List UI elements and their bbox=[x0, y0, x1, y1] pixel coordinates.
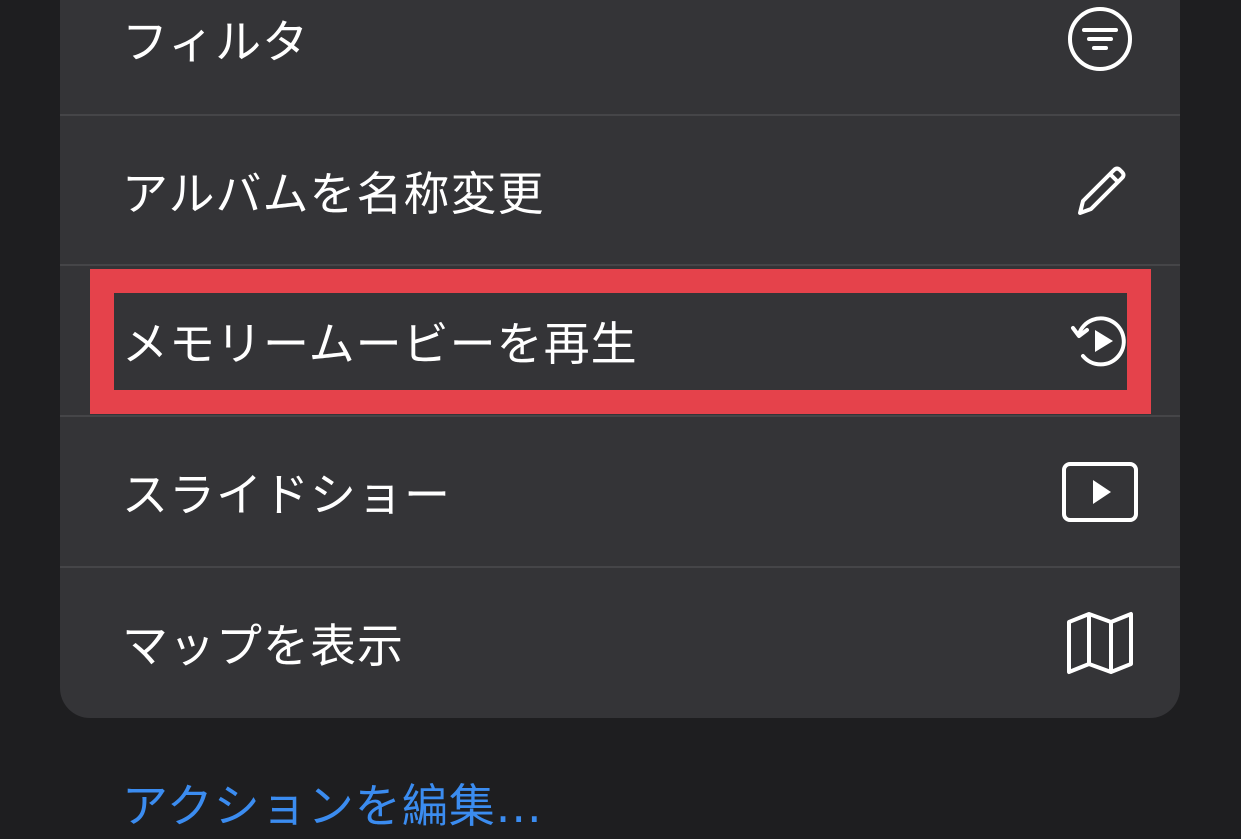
edit-actions-link[interactable]: アクションを編集... bbox=[122, 770, 543, 836]
screen: フィルタ アルバムを名称変更 メモリームービーを再生 スライドショー マップを表… bbox=[0, 0, 1241, 839]
map-icon bbox=[1060, 603, 1140, 683]
menu-item-label: フィルタ bbox=[122, 15, 310, 69]
menu-item-rename-album[interactable]: アルバムを名称変更 bbox=[60, 116, 1180, 266]
menu-item-show-map[interactable]: マップを表示 bbox=[60, 568, 1180, 718]
pencil-icon bbox=[1060, 151, 1140, 231]
menu-item-label: スライドショー bbox=[122, 468, 451, 522]
menu-item-slideshow[interactable]: スライドショー bbox=[60, 417, 1180, 567]
menu-item-label: マップを表示 bbox=[122, 619, 404, 673]
menu-item-label: アルバムを名称変更 bbox=[122, 167, 545, 221]
menu-item-filter[interactable]: フィルタ bbox=[60, 0, 1180, 114]
slideshow-play-icon bbox=[1060, 452, 1140, 532]
filter-icon bbox=[1060, 0, 1140, 79]
highlight-frame bbox=[90, 269, 1151, 414]
